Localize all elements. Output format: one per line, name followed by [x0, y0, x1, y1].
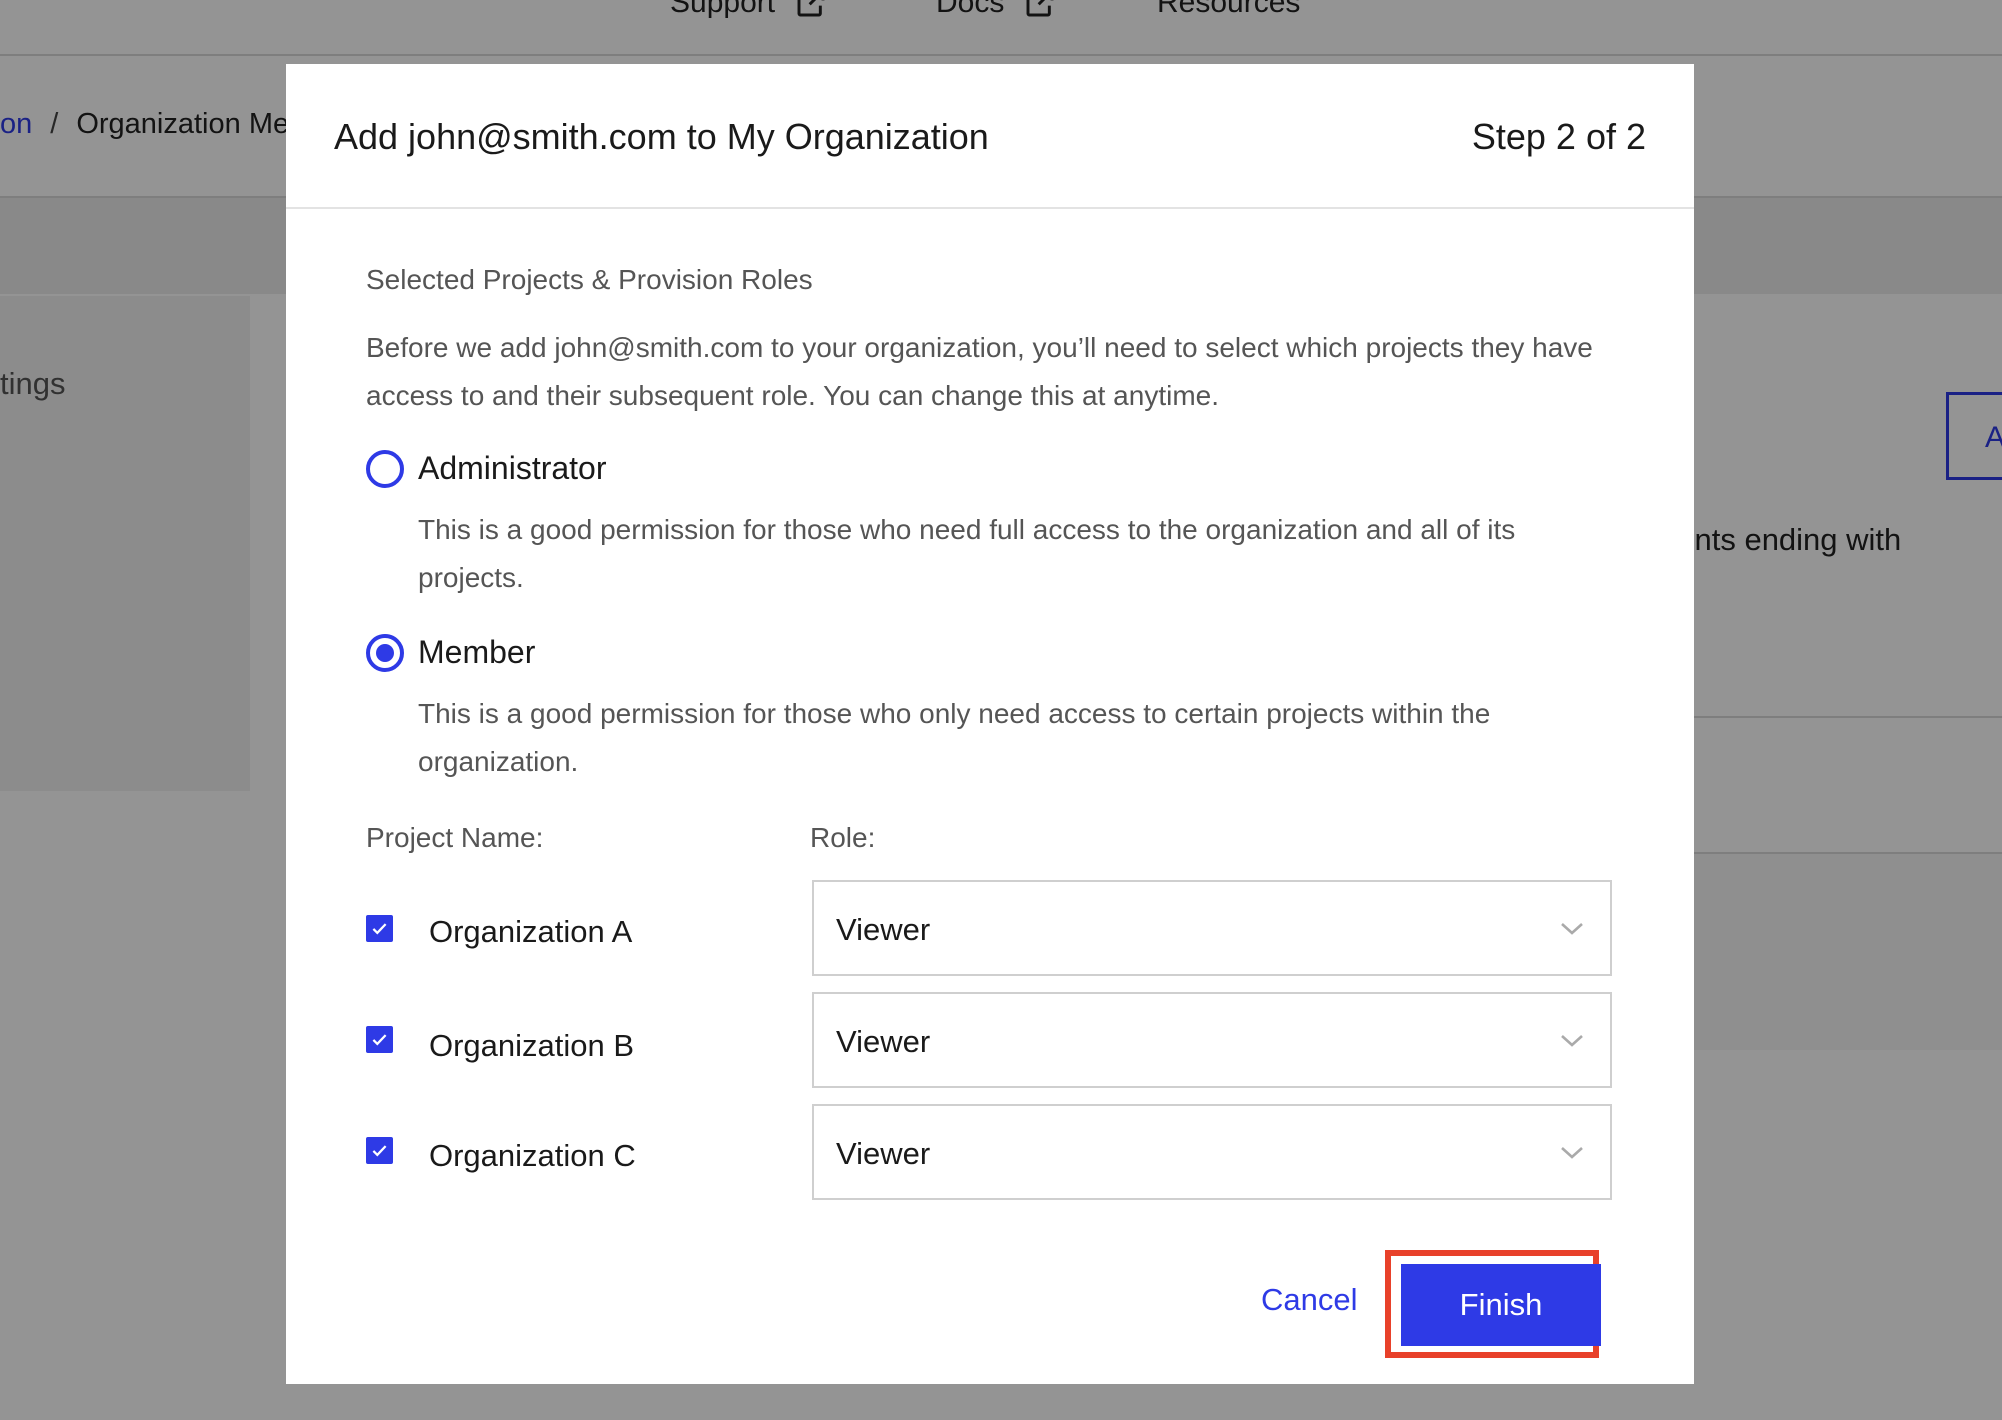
project-checkbox[interactable]	[366, 1026, 393, 1053]
checkmark-icon	[372, 1034, 387, 1046]
chevron-down-icon	[1561, 1035, 1583, 1047]
role-select[interactable]: Viewer	[812, 1104, 1612, 1200]
intro-text: Before we add john@smith.com to your org…	[366, 332, 1593, 411]
role-select-value: Viewer	[836, 1136, 931, 1171]
add-user-modal: Add john@smith.com to My Organization St…	[286, 64, 1694, 1384]
role-select[interactable]: Viewer	[812, 992, 1612, 1088]
chevron-down-icon	[1561, 1147, 1583, 1159]
project-checkbox[interactable]	[366, 1137, 393, 1164]
finish-button[interactable]: Finish	[1401, 1264, 1601, 1346]
role-select-value: Viewer	[836, 912, 931, 947]
member-label[interactable]: Member	[418, 634, 535, 671]
role-select-value: Viewer	[836, 1024, 931, 1059]
role-header: Role:	[810, 822, 876, 853]
cancel-button[interactable]: Cancel	[1261, 1282, 1358, 1318]
project-name: Organization B	[429, 1028, 635, 1063]
checkmark-icon	[372, 1145, 387, 1157]
role-select[interactable]: Viewer	[812, 880, 1612, 976]
step-indicator: Step 2 of 2	[1471, 116, 1646, 157]
project-checkbox[interactable]	[366, 915, 393, 942]
administrator-description: This is a good permission for those who …	[418, 514, 1516, 593]
section-title: Selected Projects & Provision Roles	[366, 264, 813, 295]
modal-header: Add john@smith.com to My Organization St…	[286, 64, 1694, 209]
checkmark-icon	[372, 923, 387, 935]
member-radio[interactable]	[366, 634, 404, 672]
project-name: Organization C	[429, 1138, 636, 1173]
project-name: Organization A	[429, 914, 633, 949]
member-description: This is a good permission for those who …	[418, 698, 1491, 777]
modal-title: Add john@smith.com to My Organization	[334, 116, 989, 157]
administrator-label[interactable]: Administrator	[418, 450, 607, 487]
administrator-radio[interactable]	[366, 450, 404, 488]
project-name-header: Project Name:	[366, 822, 544, 853]
chevron-down-icon	[1561, 923, 1583, 935]
